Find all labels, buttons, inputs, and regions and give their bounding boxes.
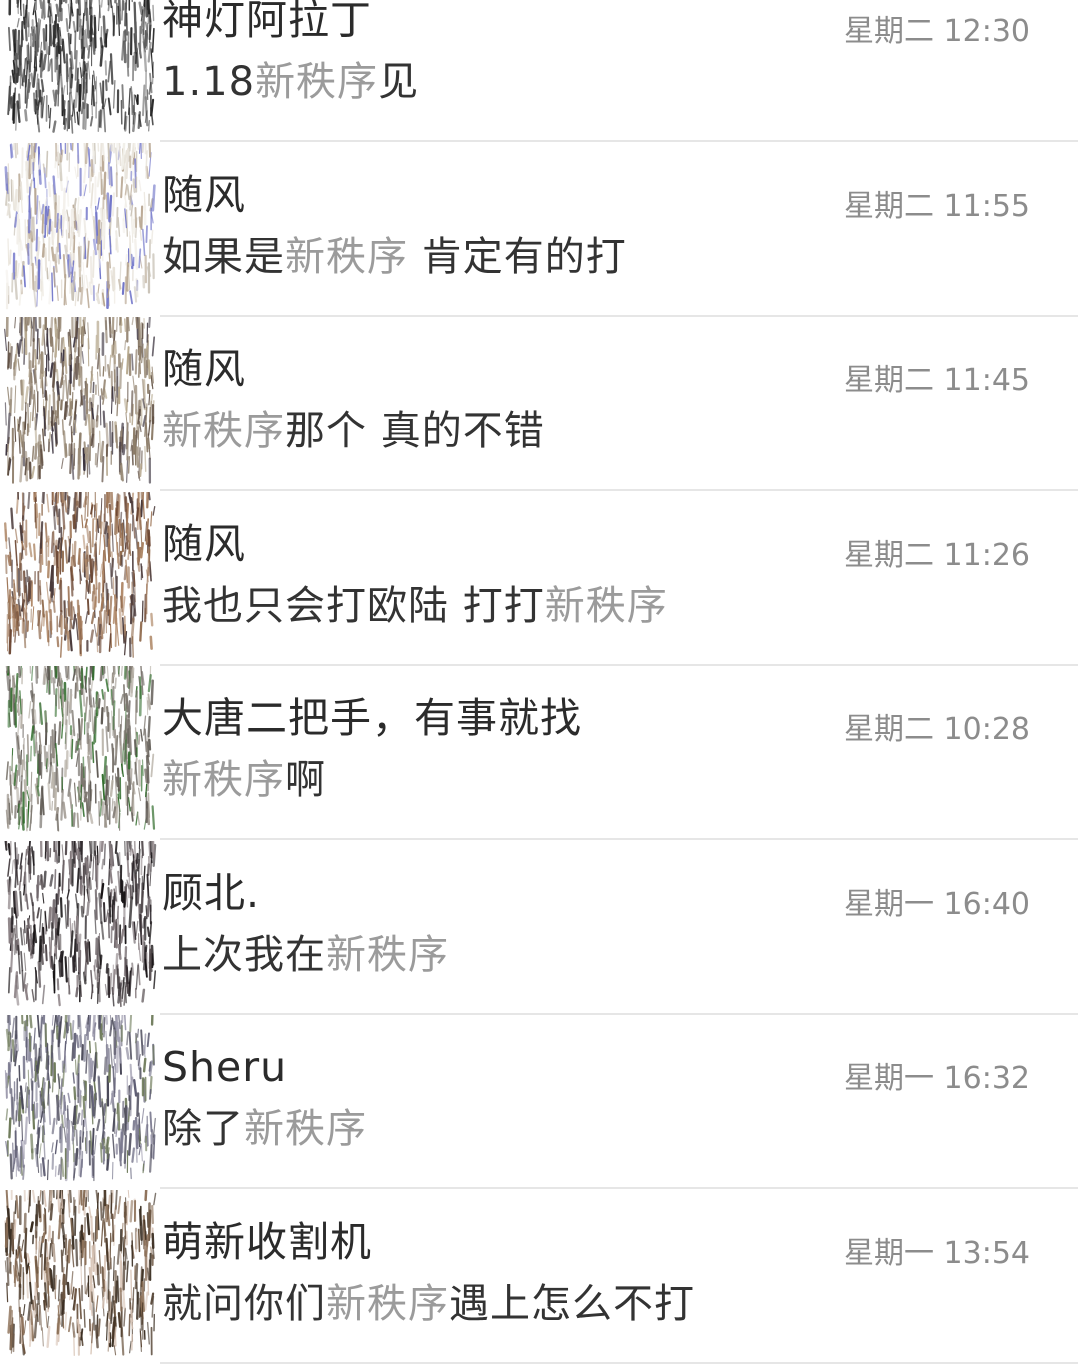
message-text: 肯定有的打 — [408, 234, 627, 280]
message-preview: 上次我在新秩序 — [162, 931, 449, 979]
message-time: 星期二 11:26 — [844, 538, 1030, 573]
message-text: 就问你们 — [162, 1281, 326, 1327]
contact-name: 随风 — [162, 520, 246, 568]
message-time: 星期二 11:55 — [844, 189, 1030, 224]
contact-name: Sheru — [162, 1043, 288, 1091]
highlighted-keyword: 新秩序 — [162, 408, 285, 454]
conversation-row[interactable]: 随风 星期二 11:45 新秩序那个 真的不错 — [0, 317, 1078, 491]
avatar[interactable] — [2, 1190, 160, 1362]
message-preview: 我也只会打欧陆 打打新秩序 — [162, 582, 668, 630]
message-text: 上次我在 — [162, 932, 326, 978]
message-time: 星期一 16:32 — [844, 1061, 1030, 1096]
conversation-row[interactable]: 随风 星期二 11:55 如果是新秩序 肯定有的打 — [0, 143, 1078, 317]
highlighted-keyword: 新秩序 — [244, 1106, 367, 1152]
avatar[interactable] — [2, 317, 160, 489]
conversation-row[interactable]: 神灯阿拉丁 星期二 12:30 1.18新秩序见 — [0, 0, 1078, 142]
row-divider — [160, 1187, 1078, 1189]
message-time: 星期一 16:40 — [844, 887, 1030, 922]
avatar[interactable] — [2, 143, 160, 315]
avatar[interactable] — [2, 492, 160, 664]
contact-name: 顾北. — [162, 869, 261, 917]
row-divider — [160, 489, 1078, 491]
message-preview: 新秩序那个 真的不错 — [162, 407, 545, 455]
message-time: 星期二 11:45 — [844, 363, 1030, 398]
message-text: 除了 — [162, 1106, 244, 1152]
message-preview: 如果是新秩序 肯定有的打 — [162, 233, 627, 281]
avatar[interactable] — [2, 1015, 160, 1187]
contact-name: 神灯阿拉丁 — [162, 0, 372, 44]
conversation-row[interactable]: 随风 星期二 11:26 我也只会打欧陆 打打新秩序 — [0, 492, 1078, 666]
message-preview: 除了新秩序 — [162, 1105, 367, 1153]
message-text: 遇上怎么不打 — [449, 1281, 695, 1327]
contact-name: 萌新收割机 — [162, 1218, 372, 1266]
highlighted-keyword: 新秩序 — [285, 234, 408, 280]
message-text: 啊 — [285, 757, 326, 803]
conversation-row[interactable]: 顾北. 星期一 16:40 上次我在新秩序 — [0, 841, 1078, 1015]
message-preview: 新秩序啊 — [162, 756, 326, 804]
message-text: 1.18 — [162, 59, 256, 105]
highlighted-keyword: 新秩序 — [326, 1281, 449, 1327]
highlighted-keyword: 新秩序 — [544, 583, 668, 629]
contact-name: 随风 — [162, 171, 246, 219]
avatar[interactable] — [2, 841, 160, 1013]
message-text: 如果是 — [162, 234, 285, 280]
highlighted-keyword: 新秩序 — [162, 757, 285, 803]
message-text: 我也只会打欧陆 打打 — [162, 583, 545, 629]
conversation-row[interactable]: Sheru 星期一 16:32 除了新秩序 — [0, 1015, 1078, 1189]
message-time: 星期二 10:28 — [844, 712, 1030, 747]
highlighted-keyword: 新秩序 — [255, 59, 379, 105]
message-time: 星期二 12:30 — [844, 14, 1030, 49]
contact-name: 随风 — [162, 345, 246, 393]
highlighted-keyword: 新秩序 — [326, 932, 449, 978]
row-divider — [160, 140, 1078, 142]
message-time: 星期一 13:54 — [844, 1236, 1030, 1271]
row-divider — [160, 1362, 1078, 1364]
avatar[interactable] — [2, 666, 160, 838]
contact-name: 大唐二把手，有事就找 — [162, 694, 582, 742]
avatar[interactable] — [2, 0, 160, 140]
message-text: 那个 真的不错 — [285, 408, 545, 454]
conversation-row[interactable]: 萌新收割机 星期一 13:54 就问你们新秩序遇上怎么不打 — [0, 1190, 1078, 1364]
message-preview: 1.18新秩序见 — [162, 58, 419, 106]
message-preview: 就问你们新秩序遇上怎么不打 — [162, 1280, 695, 1328]
conversation-row[interactable]: 大唐二把手，有事就找 星期二 10:28 新秩序啊 — [0, 666, 1078, 840]
conversation-list: 神灯阿拉丁 星期二 12:30 1.18新秩序见 随风 星期二 11:55 如果是新秩序 … — [0, 0, 1078, 1370]
row-divider — [160, 838, 1078, 840]
message-text: 见 — [378, 59, 420, 105]
